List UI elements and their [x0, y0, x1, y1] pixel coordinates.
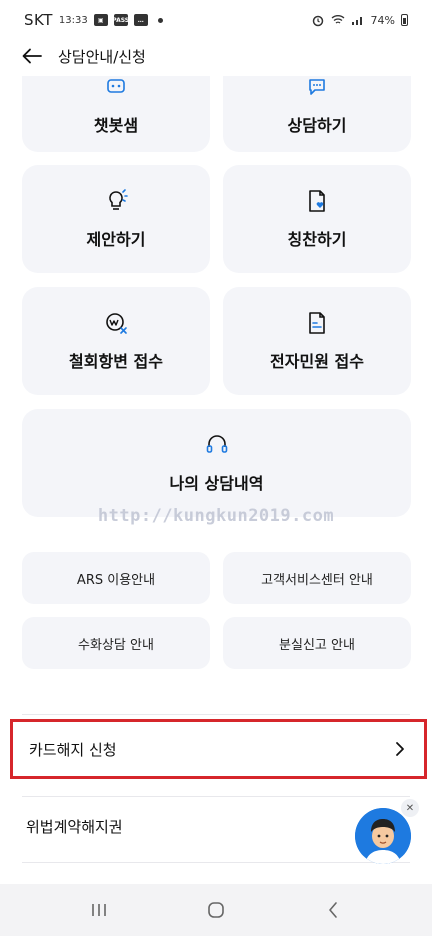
customer-center-button[interactable]: 고객서비스센터 안내	[223, 552, 411, 604]
notification-dot-icon	[157, 17, 163, 23]
battery-icon	[401, 14, 408, 26]
status-left: SKT 13:33 ▣ PASS …	[24, 11, 163, 29]
lost-report-button[interactable]: 분실신고 안내	[223, 617, 411, 669]
sign-language-button[interactable]: 수화상담 안내	[22, 617, 210, 669]
signal-icon	[351, 17, 362, 25]
battery-level: 74%	[370, 13, 395, 27]
alarm-icon	[312, 15, 323, 27]
document-heart-icon	[304, 188, 330, 214]
close-icon: ✕	[405, 802, 415, 814]
withdrawal-icon	[103, 310, 129, 336]
headset-icon	[204, 432, 230, 458]
suggest-card[interactable]: 제안하기	[22, 165, 210, 273]
avatar-icon	[355, 808, 411, 864]
watermark-text: http://kungkun2019.com	[97, 506, 335, 526]
ars-guide-button[interactable]: ARS 이용안내	[22, 552, 210, 604]
chevron-right-icon	[392, 741, 408, 757]
status-bar: SKT 13:33 ▣ PASS … 74%	[0, 0, 432, 40]
document-icon	[304, 310, 330, 336]
system-back-button[interactable]	[313, 890, 353, 930]
my-history-card[interactable]: 나의 상담내역	[22, 409, 411, 517]
card-cancel-label: 카드해지 신청	[29, 740, 117, 759]
recent-apps-icon	[91, 904, 106, 916]
chatbot-card[interactable]: 챗봇샘	[22, 76, 210, 152]
gallery-icon: ▣	[93, 14, 108, 26]
back-button[interactable]	[20, 44, 44, 68]
illegal-contract-label: 위법계약해지권	[26, 817, 123, 836]
recent-apps-button[interactable]	[79, 890, 119, 930]
withdrawal-label: 철회항변 접수	[69, 352, 163, 371]
assistant-close-button[interactable]: ✕	[401, 799, 419, 817]
system-nav-bar	[0, 884, 432, 936]
divider	[22, 714, 410, 715]
chevron-left-icon	[329, 902, 338, 918]
consult-chat-icon	[304, 76, 330, 100]
consult-label: 상담하기	[287, 116, 347, 135]
assistant-avatar-button[interactable]	[355, 808, 411, 864]
e-civil-label: 전자민원 접수	[270, 352, 364, 371]
e-civil-card[interactable]: 전자민원 접수	[223, 287, 411, 395]
home-icon	[208, 902, 224, 918]
pass-app-icon: PASS	[112, 14, 129, 26]
withdrawal-card[interactable]: 철회항변 접수	[22, 287, 210, 395]
consult-card[interactable]: 상담하기	[223, 76, 411, 152]
chatbot-icon	[103, 76, 129, 100]
praise-card[interactable]: 칭찬하기	[223, 165, 411, 273]
suggest-label: 제안하기	[86, 230, 146, 249]
app-bar: 상담안내/신청	[0, 36, 432, 76]
chatbot-label: 챗봇샘	[93, 116, 139, 135]
lightbulb-icon	[103, 188, 129, 214]
back-arrow-icon	[22, 48, 42, 64]
clock: 13:33	[58, 14, 88, 26]
home-button[interactable]	[196, 890, 236, 930]
card-cancel-row[interactable]: 카드해지 신청	[10, 719, 427, 779]
carrier-label: SKT	[24, 11, 53, 29]
divider	[22, 862, 410, 863]
content-area: 챗봇샘 상담하기 제안하기 칭찬하기 철회항변 접수 전자민원 접수 나의 상담…	[0, 76, 432, 884]
my-history-label: 나의 상담내역	[169, 474, 264, 493]
status-right: 74%	[311, 13, 408, 27]
wifi-icon	[331, 15, 344, 24]
praise-label: 칭찬하기	[287, 230, 347, 249]
message-icon: …	[133, 14, 148, 26]
page-title: 상담안내/신청	[58, 47, 146, 66]
